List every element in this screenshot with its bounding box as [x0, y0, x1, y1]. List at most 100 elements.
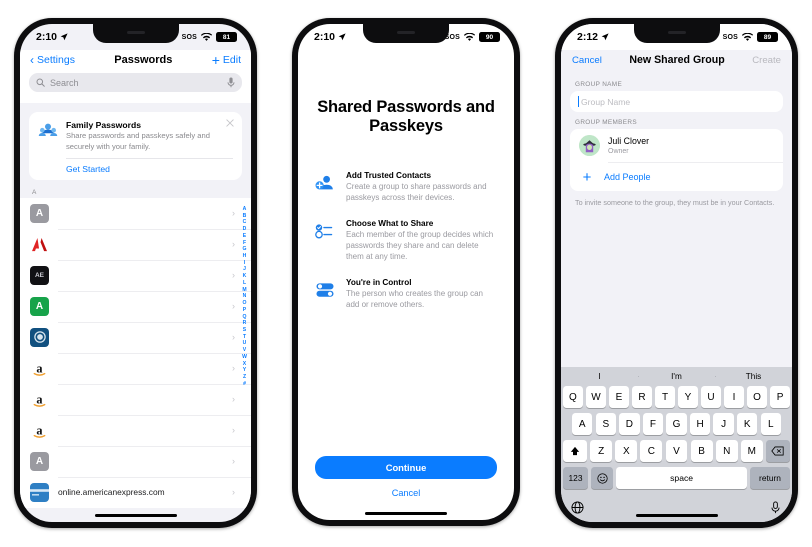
alphabet-index[interactable]: A B C D E F G H I J K L M N O P Q R S T — [240, 206, 249, 387]
search-input[interactable]: Search — [29, 73, 242, 92]
edit-button[interactable]: Edit — [223, 54, 241, 66]
key-y[interactable]: Y — [678, 386, 698, 408]
cancel-button[interactable]: Cancel — [572, 55, 602, 66]
table-row[interactable]: a › — [20, 414, 251, 446]
index-letter[interactable]: H — [243, 253, 247, 260]
section-header-a: A — [32, 188, 37, 196]
index-letter[interactable]: E — [243, 233, 246, 240]
key-d[interactable]: D — [619, 413, 640, 435]
key-l[interactable]: L — [760, 413, 782, 435]
microphone-icon[interactable] — [769, 500, 782, 514]
key-v[interactable]: V — [665, 440, 688, 462]
prediction-item[interactable]: I'm — [638, 372, 715, 381]
backspace-icon[interactable] — [765, 440, 790, 462]
index-letter[interactable]: W — [242, 354, 247, 361]
globe-icon[interactable] — [571, 500, 584, 514]
index-letter[interactable]: S — [243, 327, 246, 334]
add-password-button[interactable]: + — [212, 53, 220, 67]
index-letter[interactable]: O — [243, 300, 247, 307]
key-u[interactable]: U — [701, 386, 721, 408]
index-letter[interactable]: Y — [243, 367, 246, 374]
key-p[interactable]: P — [770, 386, 790, 408]
index-letter[interactable]: T — [243, 334, 246, 341]
index-letter[interactable]: P — [243, 307, 246, 314]
key-o[interactable]: O — [747, 386, 767, 408]
key-s[interactable]: S — [595, 413, 616, 435]
continue-button[interactable]: Continue — [315, 456, 497, 479]
key-x[interactable]: X — [615, 440, 638, 462]
index-letter[interactable]: Q — [243, 314, 247, 321]
add-people-button[interactable]: + Add People — [570, 163, 783, 191]
table-row[interactable]: › — [20, 321, 251, 353]
index-letter[interactable]: F — [243, 240, 246, 247]
sos-indicator: SOS — [181, 33, 197, 41]
index-letter[interactable]: J — [243, 266, 246, 273]
key-h[interactable]: H — [689, 413, 711, 435]
get-started-button[interactable]: Get Started — [38, 159, 233, 175]
key-i[interactable]: I — [724, 386, 744, 408]
key-k[interactable]: K — [737, 413, 758, 435]
create-button[interactable]: Create — [752, 55, 781, 66]
key-r[interactable]: R — [632, 386, 652, 408]
prediction-item[interactable]: I — [561, 372, 638, 381]
index-letter[interactable]: V — [243, 347, 246, 354]
back-button[interactable]: ‹ Settings — [30, 54, 75, 66]
index-letter[interactable]: L — [243, 280, 246, 287]
table-row[interactable]: a › — [20, 383, 251, 415]
index-letter[interactable]: G — [243, 246, 247, 253]
index-letter[interactable]: A — [243, 206, 247, 213]
feature-text: Add Trusted Contacts Create a group to s… — [346, 171, 497, 204]
phone-1-passwords: 2:10 SOS 81 ‹ Settings Passwords + Edit … — [14, 18, 257, 528]
cancel-button[interactable]: Cancel — [315, 488, 497, 498]
prediction-item[interactable]: This — [715, 372, 792, 381]
return-key[interactable]: return — [750, 467, 790, 489]
key-n[interactable]: N — [715, 440, 738, 462]
key-j[interactable]: J — [713, 413, 734, 435]
space-key[interactable]: space — [616, 467, 747, 489]
key-z[interactable]: Z — [590, 440, 613, 462]
table-row[interactable]: A › — [20, 290, 251, 322]
key-g[interactable]: G — [666, 413, 687, 435]
index-letter[interactable]: M — [242, 287, 246, 294]
key-b[interactable]: B — [690, 440, 713, 462]
search-icon — [36, 78, 45, 87]
blue-circle-icon — [30, 327, 49, 347]
close-icon[interactable] — [226, 119, 234, 127]
gray-a-icon: A — [30, 203, 49, 223]
list-item[interactable]: Juli Clover Owner — [570, 129, 783, 162]
key-c[interactable]: C — [640, 440, 663, 462]
index-letter[interactable]: I — [244, 260, 245, 267]
key-e[interactable]: E — [609, 386, 629, 408]
key-a[interactable]: A — [572, 413, 593, 435]
table-row[interactable]: A › — [20, 198, 251, 229]
table-row[interactable]: A › — [20, 445, 251, 477]
key-m[interactable]: M — [740, 440, 763, 462]
index-letter[interactable]: X — [243, 361, 246, 368]
table-row[interactable]: online.americanexpress.com › — [20, 476, 251, 508]
index-letter[interactable]: C — [243, 219, 247, 226]
key-w[interactable]: W — [586, 386, 606, 408]
key-t[interactable]: T — [655, 386, 675, 408]
table-row[interactable]: AE › — [20, 259, 251, 291]
index-letter[interactable]: N — [243, 293, 247, 300]
index-letter[interactable]: B — [243, 213, 247, 220]
table-row[interactable]: › — [20, 228, 251, 260]
index-letter[interactable]: D — [243, 226, 247, 233]
key-f[interactable]: F — [642, 413, 664, 435]
chevron-right-icon: › — [232, 208, 235, 219]
numbers-key[interactable]: 123 — [563, 467, 588, 489]
emoji-icon[interactable] — [591, 467, 614, 489]
battery-indicator: 90 — [479, 32, 500, 42]
index-letter[interactable]: R — [243, 320, 247, 327]
index-letter[interactable]: U — [243, 340, 247, 347]
microphone-icon[interactable] — [227, 77, 235, 88]
key-q[interactable]: Q — [563, 386, 583, 408]
index-letter[interactable]: Z — [243, 374, 246, 381]
index-letter[interactable]: # — [243, 381, 246, 388]
back-label: Settings — [37, 54, 75, 66]
table-row[interactable]: a › — [20, 352, 251, 384]
index-letter[interactable]: K — [243, 273, 247, 280]
shift-icon[interactable] — [563, 440, 588, 462]
chevron-right-icon: › — [232, 239, 235, 250]
group-name-input[interactable]: Group Name — [570, 91, 783, 112]
